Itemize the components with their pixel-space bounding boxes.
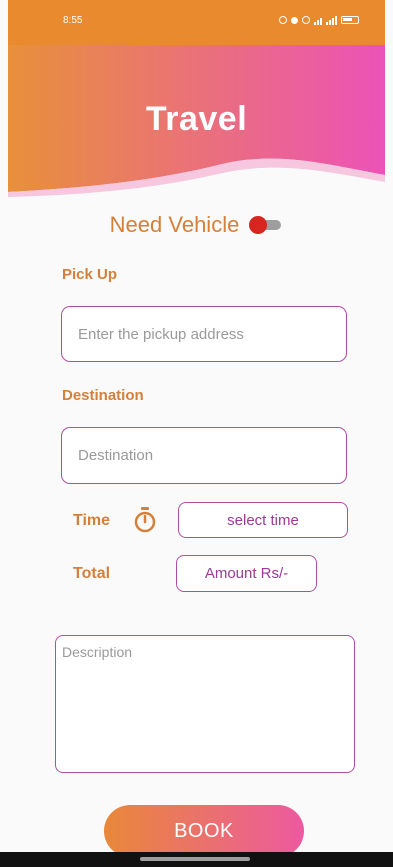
pickup-input[interactable]: Enter the pickup address [61,306,347,362]
destination-label: Destination [62,387,144,404]
signal-icon [326,15,337,25]
pickup-label: Pick Up [62,266,118,283]
header: 8:55 Travel [8,0,385,200]
toggle-thumb [249,216,268,234]
need-vehicle-label: Need Vehicle [109,212,240,237]
status-time: 8:55 [63,14,83,26]
sync-icon [302,16,310,24]
destination-input[interactable]: Destination [61,427,347,484]
select-time-button[interactable]: select time [178,502,348,538]
page-title: Travel [145,100,248,138]
description-textarea[interactable]: Description [55,635,355,773]
timer-icon[interactable] [132,506,158,534]
home-handle[interactable] [140,857,250,861]
need-vehicle-toggle[interactable] [249,216,283,234]
book-button[interactable]: BOOK [104,805,304,857]
wifi-icon [314,16,322,25]
status-icons [279,15,359,25]
system-nav-bar [0,852,393,867]
time-label: Time [73,512,111,529]
notification-icon [291,16,298,24]
amount-field[interactable]: Amount Rs/- [176,555,317,592]
headphone-icon [279,16,287,24]
total-label: Total [73,565,111,582]
need-vehicle-row: Need Vehicle [0,212,393,238]
status-bar: 8:55 [8,0,385,40]
battery-icon [341,16,359,24]
travel-screen: 8:55 Travel Need Vehicle Pick Up Enter t… [0,0,393,867]
